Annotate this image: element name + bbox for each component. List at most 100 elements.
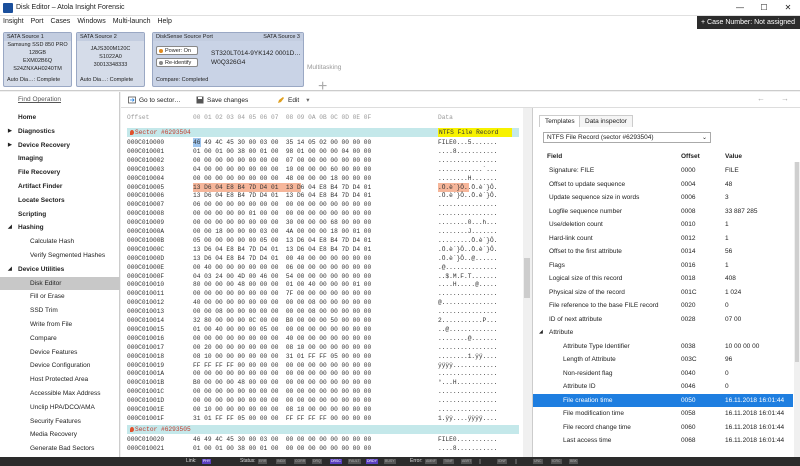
hex-row[interactable]: 000C010006 13 D6 04 E8 B4 7D D4 01 13 D6 … [121,191,521,200]
hex-row[interactable]: 000C010019 FF FF FF FF 00 00 00 00 00 00 … [121,361,521,370]
hex-row[interactable]: 000C010008 00 00 00 00 00 01 00 00 00 00 … [121,209,521,218]
template-row[interactable]: File modification time 0058 16.11.2018 16:… [533,407,793,420]
hex-row[interactable]: 000C010001 01 00 01 00 38 00 01 00 98 01 … [121,147,521,156]
hex-row[interactable]: 000C010020 46 49 4C 45 30 00 03 00 00 00 … [121,435,521,444]
sidebar-item-artifact-finder[interactable]: Artifact Finder [0,180,120,193]
sidebar-item-imaging[interactable]: Imaging [0,152,120,165]
template-row[interactable]: Offset to the first attribute 0014 56 [533,245,793,258]
sidebar-item-host-protected-area[interactable]: Host Protected Area [0,373,120,386]
sidebar-item-ssd-trim[interactable]: SSD Trim [0,304,120,317]
template-row[interactable]: Logfile sequence number 0008 33 887 285 [533,205,793,218]
menu-multi-launch[interactable]: Multi-launch [113,18,151,25]
template-row[interactable]: Logical size of this record 0018 408 [533,272,793,285]
forward-button[interactable]: → [781,94,789,103]
sidebar-item-disk-editor[interactable]: Disk Editor [0,276,120,290]
hex-view[interactable]: Offset 00 01 02 03 04 05 06 07 08 09 0A … [121,108,531,457]
sidebar-item-device-recovery[interactable]: ▶ Device Recovery [0,139,120,152]
maximize-button[interactable]: ☐ [752,0,776,16]
hex-row[interactable]: 000C01000D 13 D6 04 E8 B4 7D D4 01 00 40 … [121,254,521,263]
hex-row[interactable]: 000C010012 40 00 00 00 00 00 00 00 00 00 … [121,298,521,307]
source-card-2[interactable]: SATA Source 2 JAJS300M120C S1022A0 30013… [76,32,145,87]
sidebar-item-compare[interactable]: Compare [0,332,120,345]
menu-help[interactable]: Help [157,18,171,25]
tab-templates[interactable]: Templates [539,115,581,127]
power-button[interactable]: Power: On [156,46,198,55]
hex-row[interactable]: 000C010018 08 10 00 00 00 00 00 00 31 01 … [121,352,521,361]
template-row[interactable]: ◢ Attribute [533,326,793,339]
sidebar-item-unclip-hpa-dco-ama[interactable]: Unclip HPA/DCO/AMA [0,401,120,414]
sidebar-item-write-from-file[interactable]: Write from File [0,318,120,331]
sidebar-item-hashing[interactable]: ◢ Hashing [0,221,120,234]
hex-row[interactable]: 000C010000 46 49 4C 45 30 00 03 00 35 14 … [121,138,521,147]
hex-row[interactable]: 000C010015 01 00 40 00 00 00 05 00 00 00 … [121,325,521,334]
record-select[interactable]: NTFS File Record (sector #6293504) ⌄ [543,132,711,143]
menu-cases[interactable]: Cases [50,18,70,25]
sidebar-item-home[interactable]: Home [0,111,120,124]
hex-row[interactable]: 000C010021 01 00 01 00 38 00 01 00 00 00 … [121,444,521,453]
hex-row[interactable]: 000C01001F 31 01 FF FF 05 00 00 00 FF FF … [121,414,521,423]
hex-row[interactable]: 000C01001E 00 10 00 00 00 00 00 00 08 10 … [121,405,521,414]
scroll-thumb[interactable] [795,162,799,362]
template-row[interactable]: ID of next attribute 0028 07 00 [533,313,793,326]
sidebar-item-accessible-max-address[interactable]: Accessible Max Address [0,387,120,400]
hex-row[interactable]: 000C01001A 00 00 00 00 00 00 00 00 00 00 … [121,369,521,378]
hex-row[interactable]: 000C01001B B0 00 00 00 48 00 00 00 00 00 … [121,378,521,387]
source-card-1[interactable]: SATA Source 1 Samsung SSD 850 PRO 128GB … [3,32,72,87]
sidebar-item-generate-bad-sectors[interactable]: Generate Bad Sectors [0,442,120,455]
sidebar-item-media-recovery[interactable]: Media Recovery [0,428,120,441]
template-row[interactable]: Attribute Type Identifier 0038 10 00 00 00 [533,340,793,353]
sidebar-item-device-features[interactable]: Device Features [0,346,120,359]
sidebar-item-fill-or-erase[interactable]: Fill or Erase [0,290,120,303]
find-operation-link[interactable]: Find Operation [18,96,61,103]
template-row[interactable]: Hard-link count 0012 1 [533,232,793,245]
menu-insight[interactable]: Insight [3,18,24,25]
hex-row[interactable]: 000C010016 00 00 00 00 00 00 00 00 40 00 … [121,334,521,343]
hex-row[interactable]: 000C01001C 00 00 00 00 00 00 00 00 00 00 … [121,387,521,396]
template-row[interactable]: File creation time 0050 16.11.2018 16:01:4… [533,393,793,407]
hex-row[interactable]: 000C010005 13 D6 04 E8 B4 7D D4 01 13 D6 … [121,182,521,192]
hex-row[interactable]: 000C010013 00 00 08 00 00 00 00 00 00 00 … [121,307,521,316]
hex-row[interactable]: 000C010009 00 00 00 00 00 00 00 00 30 00 … [121,218,521,227]
template-row[interactable]: Non-resident flag 0040 0 [533,367,793,380]
scroll-thumb[interactable] [524,258,530,298]
template-row[interactable]: File record change time 0060 16.11.2018 16… [533,421,793,434]
sidebar-item-device-configuration[interactable]: Device Configuration [0,359,120,372]
minimize-button[interactable]: — [728,0,752,16]
case-number-button[interactable]: + Case Number: Not assigned [697,16,800,29]
sidebar-item-scripting[interactable]: Scripting [0,208,120,221]
hex-row[interactable]: 000C01000C 13 D6 04 E8 B4 7D D4 01 13 D6 … [121,245,521,254]
template-row[interactable]: Update sequence size in words 0006 3 [533,191,793,204]
template-row[interactable]: File reference to the base FILE record 00… [533,299,793,312]
hex-row[interactable]: 000C01000E 00 40 00 00 00 00 00 00 06 00 … [121,263,521,272]
reidentify-button[interactable]: Re-identify [156,58,198,67]
hex-row[interactable]: 000C010011 00 00 00 00 00 00 00 00 7F 00 … [121,289,521,298]
source-card-3[interactable]: DiskSense Source Port SATA Source 3 Powe… [152,32,304,87]
hex-row[interactable]: 000C010004 00 00 00 00 00 00 00 00 48 00 … [121,174,521,183]
hex-row[interactable]: 000C010007 06 00 00 00 00 00 00 00 00 00 … [121,200,521,209]
template-row[interactable]: Physical size of the record 001C 1 024 [533,286,793,299]
hex-row[interactable]: 000C010017 00 20 00 00 00 00 00 00 08 10 … [121,343,521,352]
hex-scrollbar[interactable] [523,108,531,457]
tab-data-inspector[interactable]: Data inspector [579,115,633,127]
hex-row[interactable]: 000C01000B 05 00 00 00 00 00 05 00 13 D6 … [121,236,521,245]
hex-row[interactable]: 000C010010 80 00 00 00 48 00 00 00 01 00 … [121,280,521,289]
back-button[interactable]: ← [757,94,765,103]
save-changes-button[interactable]: Save changes [196,96,248,104]
menu-port[interactable]: Port [31,18,44,25]
template-row[interactable]: Signature: FILE 0000 FILE [533,164,793,177]
hex-row[interactable]: 000C01000A 00 00 18 00 00 00 03 00 4A 00 … [121,227,521,236]
template-row[interactable]: Last access time 0068 16.11.2018 16:01:44 [533,434,793,447]
hex-row[interactable]: 000C01000F 04 03 24 00 4D 00 46 00 54 00 … [121,272,521,281]
close-button[interactable]: ✕ [776,0,800,16]
template-row[interactable]: Flags 0016 1 [533,259,793,272]
sidebar-item-security-features[interactable]: Security Features [0,415,120,428]
goto-sector-button[interactable]: Go to sector… [128,96,181,104]
sidebar-item-verify-segmented-hashes[interactable]: Verify Segmented Hashes [0,249,120,262]
sidebar-item-file-recovery[interactable]: File Recovery [0,166,120,179]
hex-row[interactable]: 000C010014 32 80 00 00 00 0C 00 00 B0 00 … [121,316,521,325]
sidebar-item-locate-sectors[interactable]: Locate Sectors [0,194,120,207]
template-row[interactable]: Attribute ID 0046 0 [533,380,793,393]
edit-button[interactable]: Edit ▾ [277,96,309,104]
hex-row[interactable]: 000C010002 00 00 00 00 00 00 00 00 07 00 … [121,156,521,165]
template-row[interactable]: Offset to update sequence 0004 48 [533,178,793,191]
